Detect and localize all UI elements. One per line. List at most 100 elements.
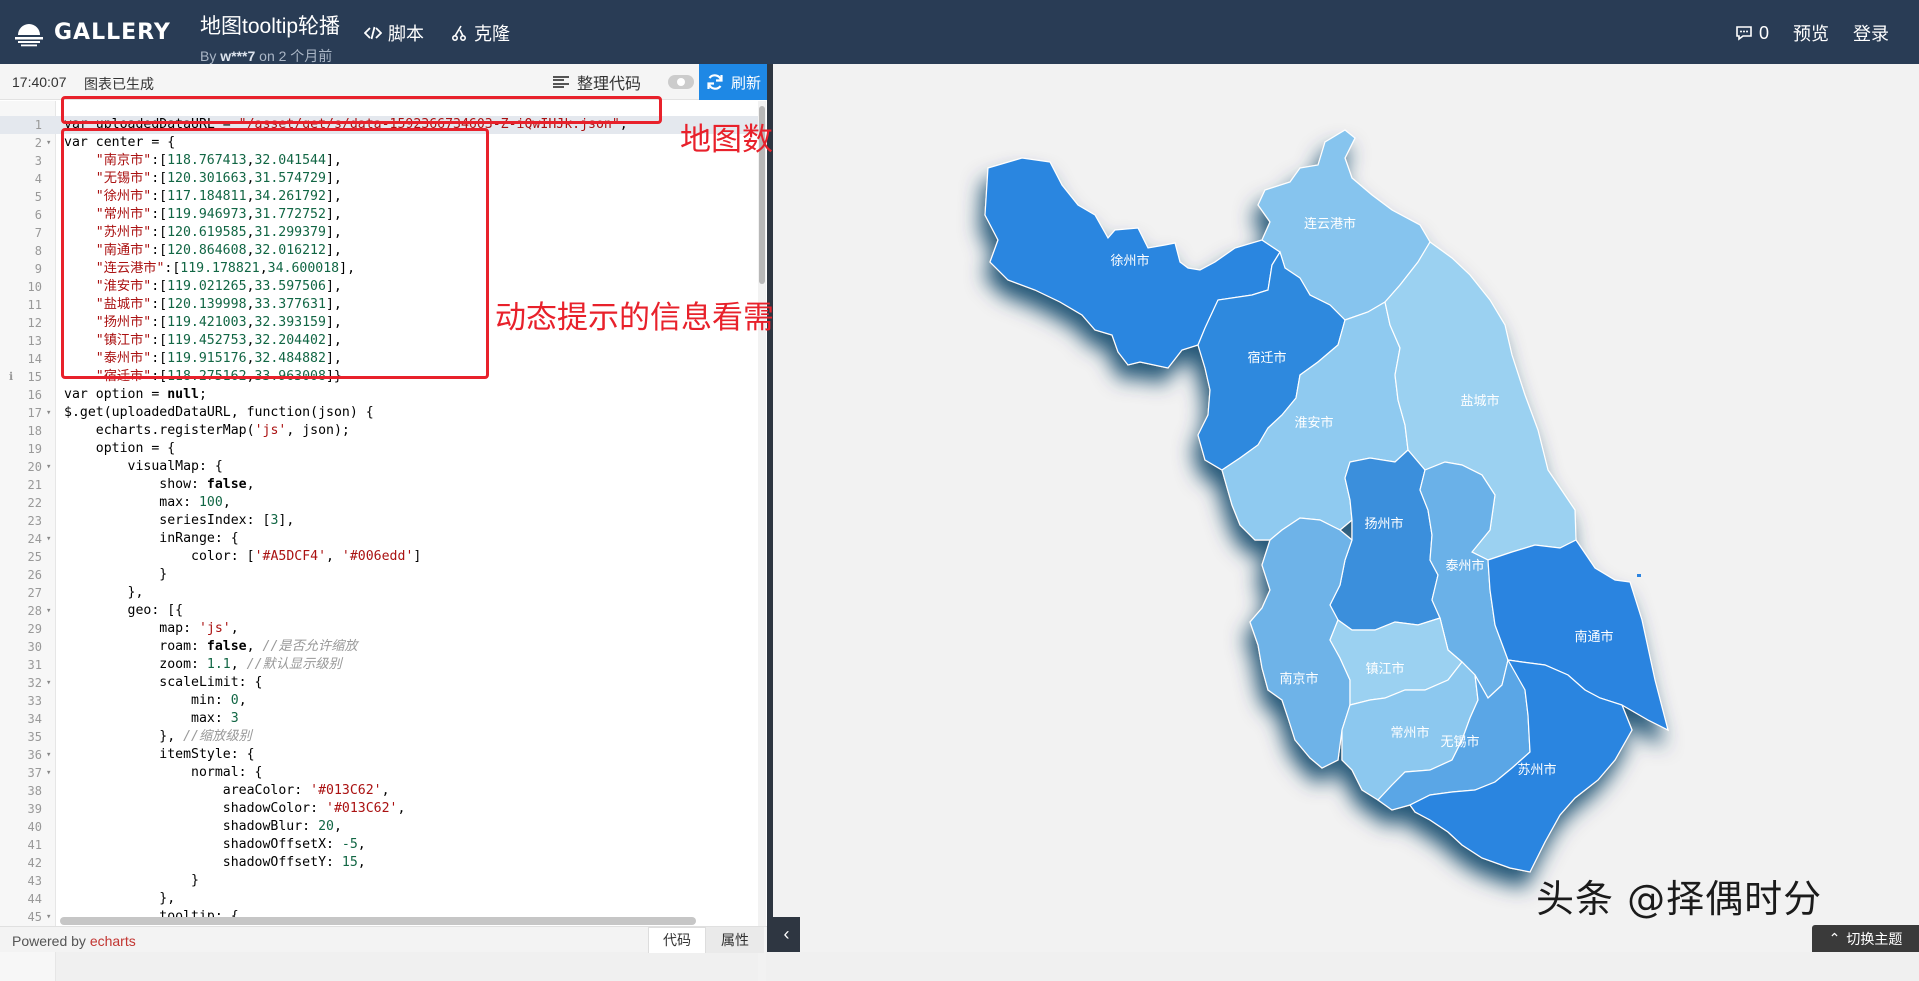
code-text: var option = null; (64, 387, 207, 402)
label-taizhou: 泰州市 (1445, 558, 1484, 574)
refresh-button[interactable]: 刷新 (699, 64, 767, 100)
message-count: 0 (1758, 22, 1769, 43)
code-line[interactable]: 24 ▾ inRange: { (0, 530, 759, 548)
code-line[interactable]: 19 option = { (0, 440, 759, 458)
fold-arrow-icon[interactable]: ▾ (46, 458, 51, 476)
fold-arrow-icon[interactable]: ▾ (46, 764, 51, 782)
code-text: inRange: { (64, 531, 239, 546)
code-line[interactable]: 25 color: ['#A5DCF4', '#006edd'] (0, 548, 759, 566)
code-line[interactable]: 39 shadowColor: '#013C62', (0, 800, 759, 818)
line-number: 15 (27, 370, 42, 384)
line-number: 44 (27, 892, 42, 906)
code-line[interactable]: 38 areaColor: '#013C62', (0, 782, 759, 800)
line-number: 27 (27, 586, 42, 600)
map-data-highlight-box (61, 96, 662, 124)
code-line[interactable]: 35 }, //缩放级别 (0, 728, 759, 746)
editor-horizontal-scrollbar[interactable] (60, 917, 696, 925)
script-link[interactable]: 脚本 (364, 20, 424, 46)
line-number: 31 (27, 658, 42, 672)
gallery-logo[interactable]: GALLERY (12, 12, 172, 52)
line-number: 2 (34, 136, 42, 150)
clone-label: 克隆 (474, 24, 510, 44)
collapse-editor-button[interactable]: ‹ (773, 917, 800, 952)
line-number: 43 (27, 874, 42, 888)
code-text: shadowBlur: 20, (64, 819, 342, 834)
code-line[interactable]: 23 seriesIndex: [3], (0, 512, 759, 530)
fold-arrow-icon[interactable]: ▾ (46, 746, 51, 764)
fold-arrow-icon[interactable]: ▾ (46, 134, 51, 152)
byline-prefix: By (200, 48, 217, 64)
code-line[interactable]: 21 show: false, (0, 476, 759, 494)
author-name[interactable]: w***7 (220, 48, 255, 64)
label-lianyungang: 连云港市 (1304, 216, 1356, 232)
echarts-link[interactable]: echarts (90, 933, 136, 949)
switch-theme-button[interactable]: ⌃ 切换主题 (1812, 925, 1919, 952)
line-number: 18 (27, 424, 42, 438)
code-line[interactable]: 30 roam: false, //是否允许缩放 (0, 638, 759, 656)
code-text: seriesIndex: [3], (64, 513, 295, 528)
code-line[interactable]: 33 min: 0, (0, 692, 759, 710)
fold-arrow-icon[interactable]: ▾ (46, 404, 51, 422)
line-number: 37 (27, 766, 42, 780)
label-zhenjiang: 镇江市 (1365, 661, 1404, 677)
code-text: max: 3 (64, 711, 239, 726)
code-text: scaleLimit: { (64, 675, 263, 690)
line-number: 26 (27, 568, 42, 582)
label-wuxi: 无锡市 (1440, 734, 1479, 750)
code-line[interactable]: 32 ▾ scaleLimit: { (0, 674, 759, 692)
publish-time: on 2 个月前 (259, 48, 333, 64)
fold-arrow-icon[interactable]: ▾ (46, 530, 51, 548)
line-number: 23 (27, 514, 42, 528)
code-line[interactable]: 40 shadowBlur: 20, (0, 818, 759, 836)
chevron-left-icon: ‹ (783, 924, 790, 944)
code-line[interactable]: 29 map: 'js', (0, 620, 759, 638)
code-line[interactable]: 41 shadowOffsetX: -5, (0, 836, 759, 854)
line-number: 21 (27, 478, 42, 492)
lint-info-icon[interactable]: ℹ (9, 368, 13, 386)
code-line[interactable]: 16 var option = null; (0, 386, 759, 404)
format-lines-icon (553, 75, 569, 89)
code-line[interactable]: 42 shadowOffsetY: 15, (0, 854, 759, 872)
line-number: 36 (27, 748, 42, 762)
fold-arrow-icon[interactable]: ▾ (46, 674, 51, 692)
jiangsu-map[interactable]: 徐州市 连云港市 宿迁市 淮安市 盐城市 扬州市 泰州市 南通市 南京市 镇江市… (773, 64, 1919, 952)
messages-button[interactable]: 0 (1735, 23, 1769, 44)
code-line[interactable]: 26 } (0, 566, 759, 584)
preview-link[interactable]: 预览 (1793, 20, 1829, 46)
code-text: option = { (64, 441, 176, 456)
code-line[interactable]: 43 } (0, 872, 759, 890)
code-line[interactable]: 18 echarts.registerMap('js', json); (0, 422, 759, 440)
code-text: echarts.registerMap('js', json); (64, 423, 350, 438)
header-right: 0 预览 登录 (1735, 20, 1889, 46)
code-line[interactable]: 36 ▾ itemStyle: { (0, 746, 759, 764)
code-line[interactable]: 17 ▾ $.get(uploadedDataURL, function(json)… (0, 404, 759, 422)
code-text: show: false, (64, 477, 255, 492)
auto-run-toggle[interactable] (668, 75, 694, 89)
code-line[interactable]: 28 ▾ geo: [{ (0, 602, 759, 620)
gallery-logo-text: GALLERY (54, 19, 171, 45)
tab-properties[interactable]: 属性 (706, 927, 764, 953)
format-code-button[interactable]: 整理代码 (553, 70, 641, 94)
label-suqian: 宿迁市 (1247, 350, 1286, 366)
code-line[interactable]: 22 max: 100, (0, 494, 759, 512)
code-text: shadowOffsetY: 15, (64, 855, 366, 870)
code-line[interactable]: 31 zoom: 1.1, //默认显示级别 (0, 656, 759, 674)
code-line[interactable]: 44 }, (0, 890, 759, 908)
code-line[interactable]: 20 ▾ visualMap: { (0, 458, 759, 476)
clone-link[interactable]: 克隆 (450, 20, 510, 46)
login-link[interactable]: 登录 (1853, 20, 1889, 46)
code-line[interactable]: 34 max: 3 (0, 710, 759, 728)
code-text: color: ['#A5DCF4', '#006edd'] (64, 549, 422, 564)
fold-arrow-icon[interactable]: ▾ (46, 908, 51, 926)
line-number: 41 (27, 838, 42, 852)
fold-arrow-icon[interactable]: ▾ (46, 602, 51, 620)
line-number: 35 (27, 730, 42, 744)
code-line[interactable]: 37 ▾ normal: { (0, 764, 759, 782)
editor-footer: Powered by echarts 代码 属性 (0, 926, 767, 953)
editor-toolbar: 17:40:07 图表已生成 整理代码 刷新 (0, 64, 767, 100)
tab-code[interactable]: 代码 (648, 927, 706, 953)
code-line[interactable]: 27 }, (0, 584, 759, 602)
line-number: 10 (27, 280, 42, 294)
comment-icon (1736, 26, 1752, 41)
format-code-label: 整理代码 (577, 76, 642, 93)
